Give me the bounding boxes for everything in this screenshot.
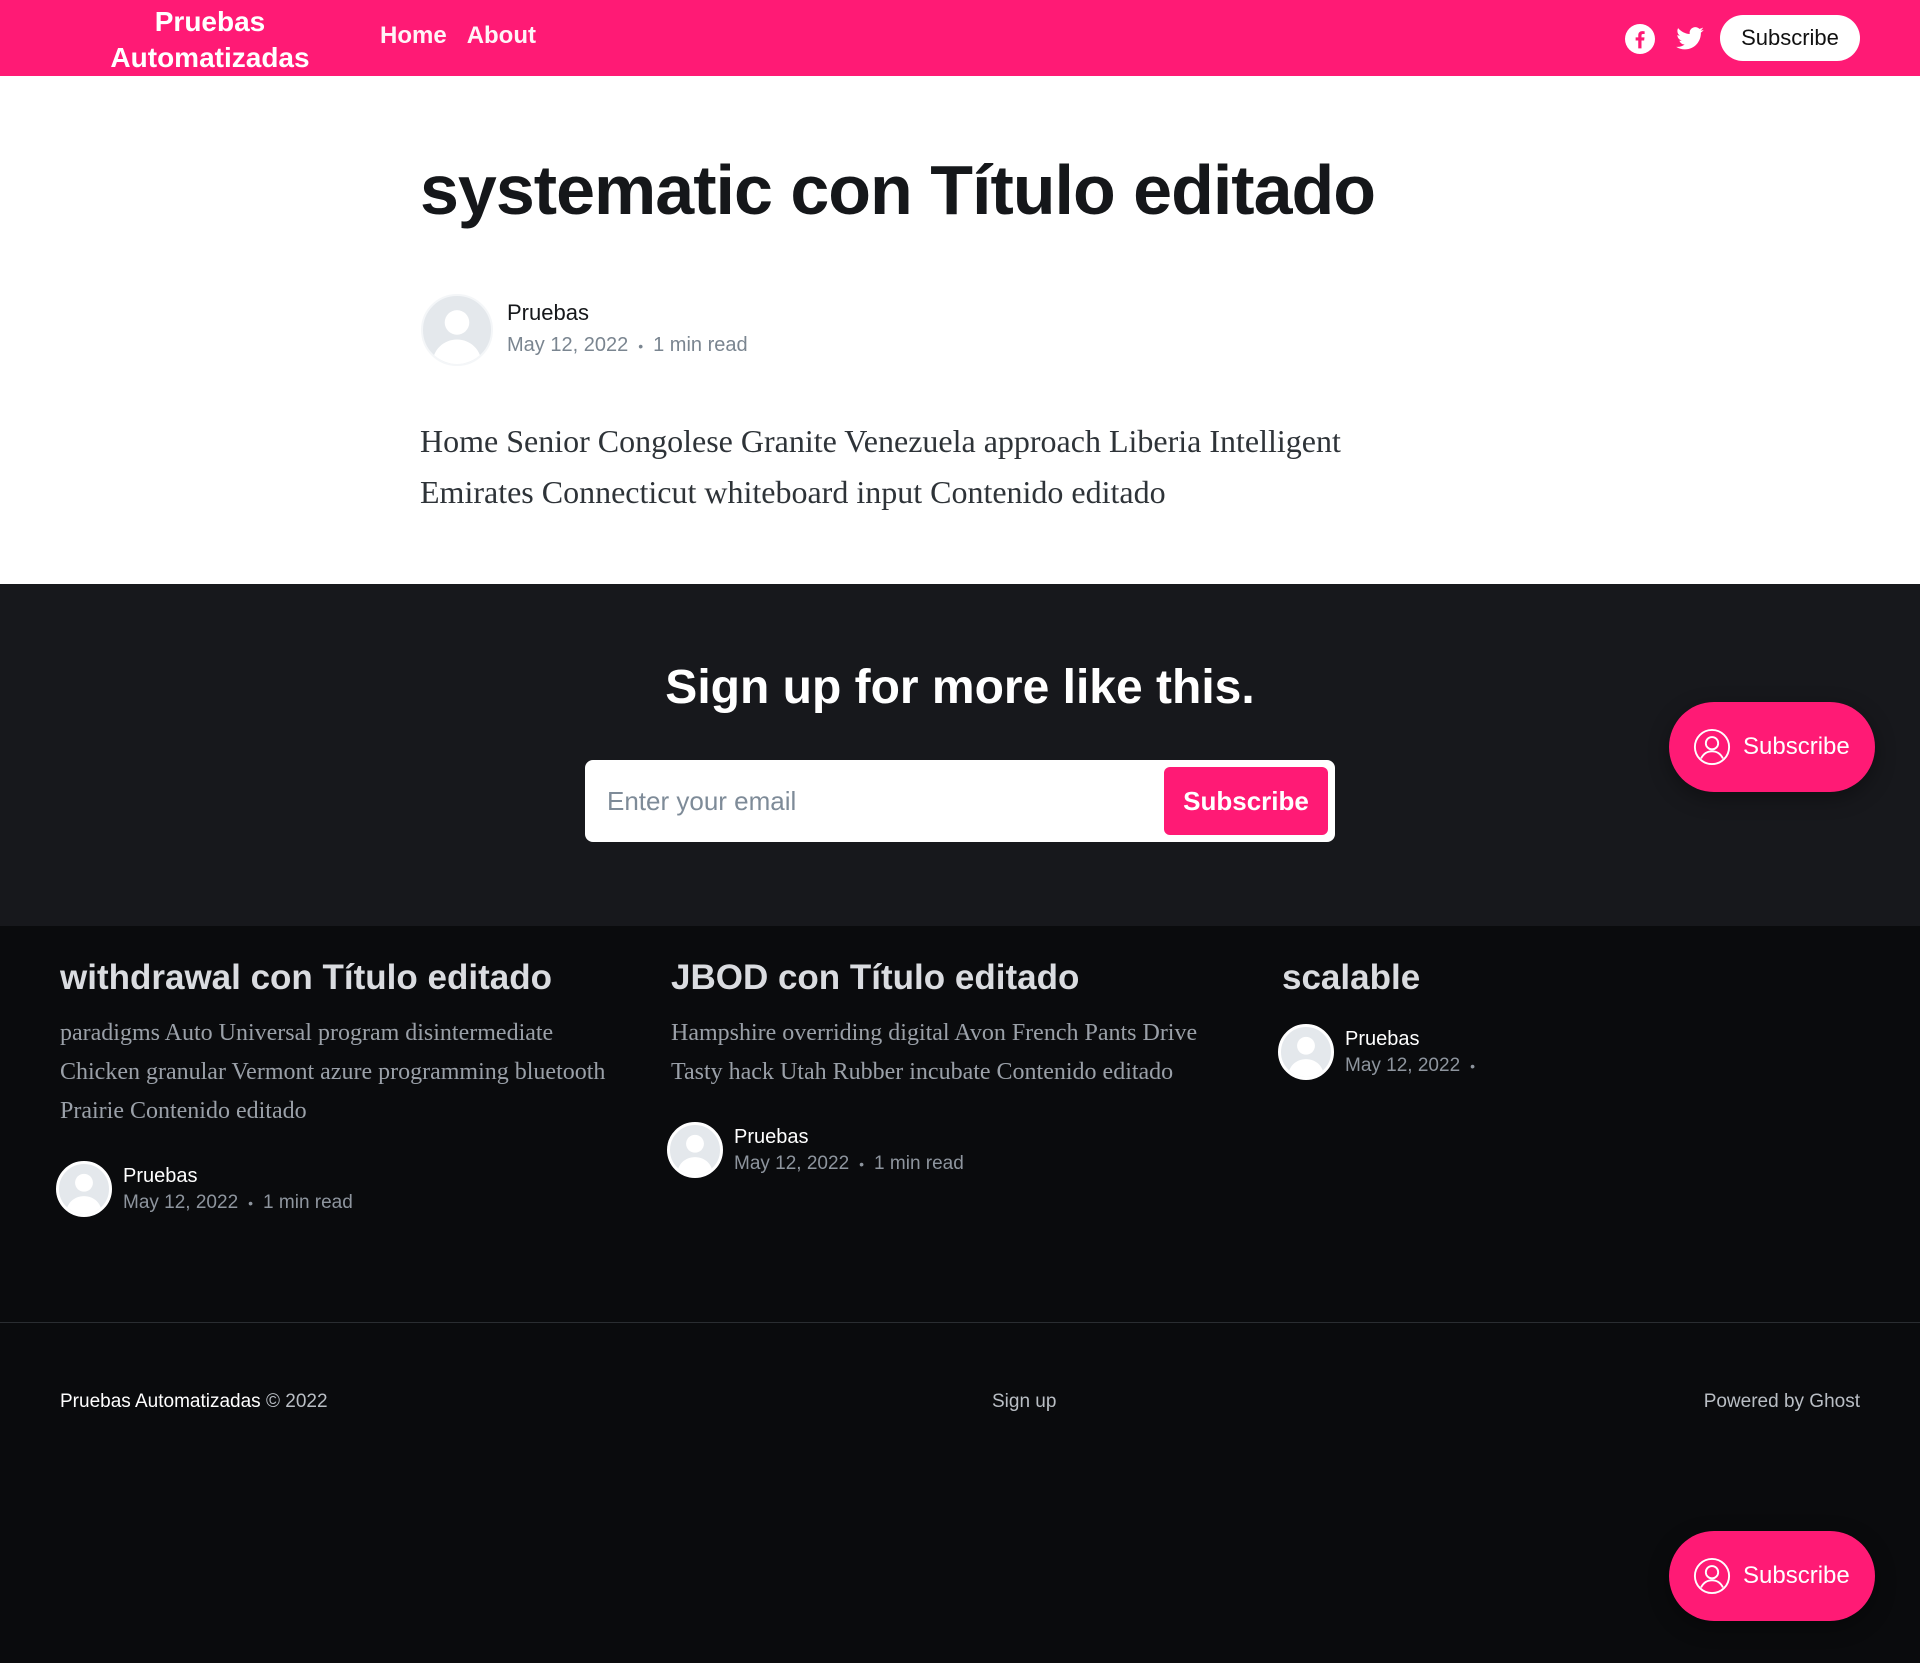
footer-copyright: Pruebas Automatizadas © 2022 [60,1391,328,1413]
nav-home-link[interactable]: Home [380,22,447,50]
post-card-author: Pruebas May 12, 2022 • [1278,1024,1842,1084]
post-card-excerpt: Hampshire overriding digital Avon French… [671,1020,1198,1085]
post-card-meta: May 12, 2022 • [1345,1055,1485,1077]
footer-site-link[interactable]: Pruebas Automatizadas [60,1391,261,1412]
related-post-card[interactable]: JBOD con Título editado Hampshire overri… [667,958,1231,1182]
copyright-text: © 2022 [265,1391,328,1412]
author-avatar[interactable] [667,1122,723,1178]
user-placeholder-icon [1288,1036,1324,1077]
post-card-author-name[interactable]: Pruebas [734,1126,809,1149]
email-input[interactable] [607,778,1127,824]
header-subscribe-button[interactable]: Subscribe [1720,15,1860,61]
user-placeholder-icon [432,310,482,364]
cta-subscribe-button[interactable]: Subscribe [1164,767,1328,835]
post-card-title[interactable]: JBOD con Título editado [671,958,1231,998]
footer-signup-link[interactable]: Sign up [992,1391,1056,1413]
article-meta: May 12, 2022 • 1 min read [507,334,748,357]
site-header: Pruebas Automatizadas Home About Subscri… [0,0,1920,76]
post-card-date: May 12, 2022 [1345,1055,1461,1076]
post-card-excerpt: paradigms Auto Universal program disinte… [60,1020,606,1124]
article-body: Home Senior Congolese Granite Venezuela … [420,423,1341,510]
nav-about-link[interactable]: About [467,22,536,50]
twitter-icon[interactable] [1675,24,1705,54]
floating-subscribe-button[interactable]: Subscribe [1669,702,1875,792]
article: systematic con Título editado Pruebas Ma… [0,76,1920,584]
author-avatar[interactable] [1278,1024,1334,1080]
post-card-author-name[interactable]: Pruebas [1345,1028,1420,1051]
signup-cta: Sign up for more like this. Subscribe [0,584,1920,926]
main-nav: Home About [380,22,536,50]
cta-title: Sign up for more like this. [665,661,1255,714]
article-date: May 12, 2022 [507,334,629,356]
post-card-date: May 12, 2022 [123,1192,239,1213]
powered-by-link[interactable]: Powered by Ghost [1704,1391,1860,1413]
post-card-read-time: 1 min read [263,1192,353,1213]
meta-separator: • [248,1194,254,1211]
related-post-card[interactable]: withdrawal con Título editado paradigms … [56,958,620,1221]
post-card-author: Pruebas May 12, 2022 • 1 min read [667,1122,1231,1182]
author-avatar[interactable] [56,1161,112,1217]
author-name[interactable]: Pruebas [507,300,589,326]
meta-separator: • [1470,1057,1476,1074]
floating-subscribe-button[interactable]: Subscribe [1669,1531,1875,1621]
site-title-link[interactable]: Pruebas Automatizadas [60,4,360,76]
post-card-title[interactable]: withdrawal con Título editado [60,958,620,998]
floating-subscribe-label: Subscribe [1743,1562,1850,1589]
meta-separator: • [859,1155,865,1172]
article-title: systematic con Título editado [420,151,1376,229]
user-placeholder-icon [677,1134,713,1175]
user-circle-icon [1693,728,1731,766]
post-card-title[interactable]: scalable [1282,958,1842,998]
author-avatar[interactable] [421,294,493,366]
post-card-read-time: 1 min read [874,1153,964,1174]
meta-separator: • [638,337,644,354]
user-circle-icon [1693,1557,1731,1595]
post-card-author-name[interactable]: Pruebas [123,1165,198,1188]
floating-subscribe-label: Subscribe [1743,733,1850,760]
related-post-card[interactable]: scalable Pruebas May 12, 2022 • [1278,958,1842,1084]
site-footer: Pruebas Automatizadas © 2022 Sign up Pow… [0,1322,1920,1663]
post-card-meta: May 12, 2022 • 1 min read [734,1153,964,1175]
post-card-author: Pruebas May 12, 2022 • 1 min read [56,1161,620,1221]
post-card-meta: May 12, 2022 • 1 min read [123,1192,353,1214]
user-placeholder-icon [66,1173,102,1214]
facebook-icon[interactable] [1625,24,1655,54]
related-posts: withdrawal con Título editado paradigms … [0,926,1920,1323]
post-card-date: May 12, 2022 [734,1153,850,1174]
signup-form: Subscribe [585,760,1335,842]
article-read-time: 1 min read [653,334,748,356]
